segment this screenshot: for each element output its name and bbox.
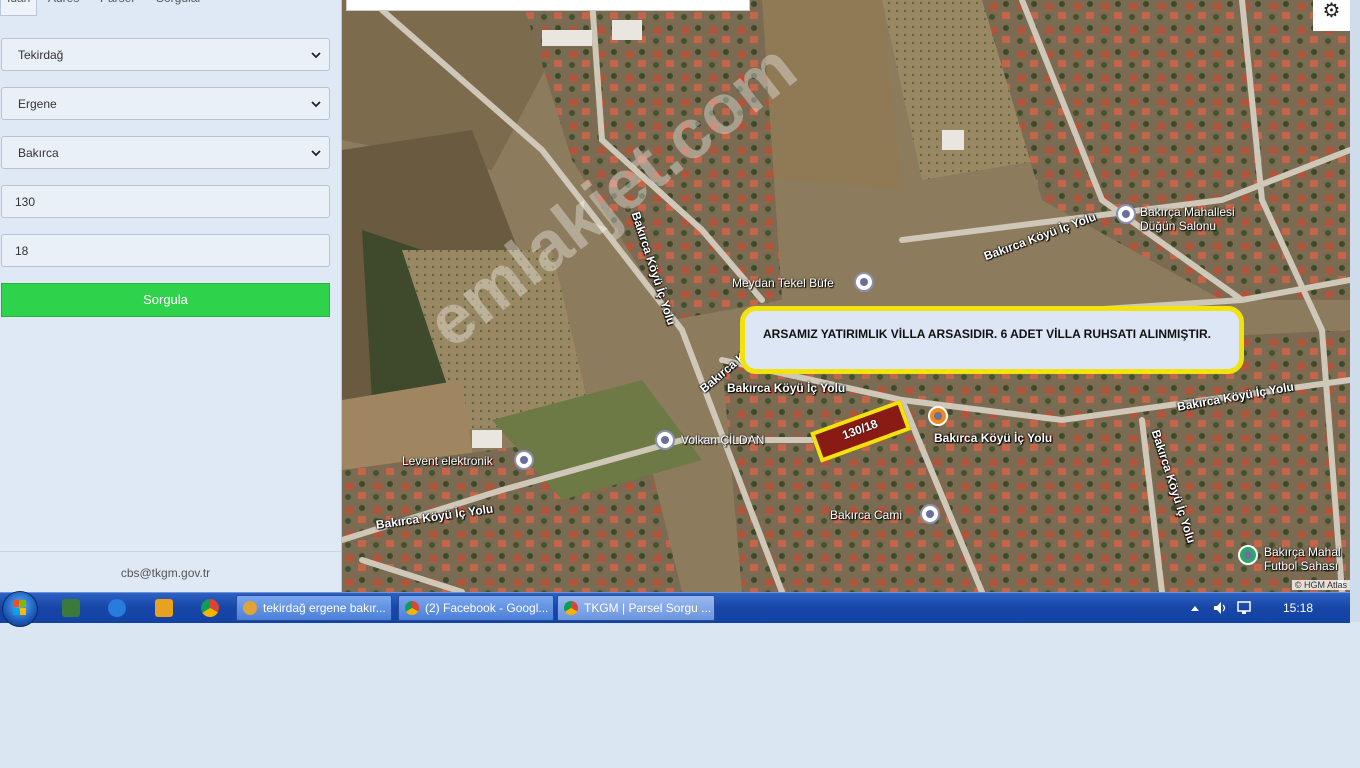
query-button[interactable]: Sorgula xyxy=(1,283,330,317)
poi-label-cami: Bakırca Cami xyxy=(830,508,903,522)
gear-icon: ⚙ xyxy=(1322,0,1341,22)
system-tray xyxy=(1186,593,1350,623)
mosque-icon[interactable] xyxy=(920,504,940,524)
chrome-icon[interactable] xyxy=(201,599,219,617)
parcel-no-value: 18 xyxy=(15,244,29,258)
food-icon[interactable] xyxy=(928,406,948,426)
volume-icon[interactable] xyxy=(1212,600,1228,616)
neighborhood-select[interactable]: Bakırca xyxy=(1,136,330,169)
parcel-no-input[interactable]: 18 xyxy=(1,234,330,267)
footer-email[interactable]: cbs@tkgm.gov.tr xyxy=(0,566,331,580)
chevron-down-icon xyxy=(311,150,321,157)
district-value: Ergene xyxy=(18,97,57,111)
internet-explorer-icon[interactable] xyxy=(108,599,126,617)
map-view[interactable]: emlakjet.com ⚙ Bakırca Köyü İç Yolu Bakı… xyxy=(342,0,1350,592)
panel-tabs: İdari Adres Parsel Sorgular xyxy=(0,0,341,16)
poi-label-futbol-2: Futbol Sahası xyxy=(1264,559,1339,573)
province-select[interactable]: Tekirdağ xyxy=(1,38,330,71)
chevron-up-icon[interactable] xyxy=(1190,604,1200,612)
poi-pin-icon[interactable] xyxy=(514,450,534,470)
taskbar-window-2[interactable]: (2) Facebook - Googl... xyxy=(398,595,554,621)
taskbar-window-1[interactable]: tekirdağ ergene bakır... xyxy=(236,595,392,621)
footer-divider xyxy=(0,551,341,552)
poi-pin-icon[interactable] xyxy=(655,430,675,450)
map-toolbar[interactable] xyxy=(346,0,750,11)
taskbar-window-3[interactable]: TKGM | Parsel Sorgu ... xyxy=(557,595,715,621)
settings-button[interactable]: ⚙ xyxy=(1313,0,1350,31)
chrome-icon xyxy=(405,601,419,615)
poi-label-volkan: Volkan ÇİLDAN xyxy=(681,433,765,447)
poi-pin-icon[interactable] xyxy=(1116,204,1136,224)
tab-parsel[interactable]: Parsel xyxy=(94,0,149,16)
media-player-icon[interactable] xyxy=(155,599,173,617)
road-label: Bakırca Köyü İç Yolu xyxy=(727,381,846,395)
query-panel: İdari Adres Parsel Sorgular Tekirdağ Erg… xyxy=(0,0,342,593)
chevron-down-icon xyxy=(311,101,321,108)
taskbar-window-label: tekirdağ ergene bakır... xyxy=(263,601,386,615)
block-no-value: 130 xyxy=(15,195,36,209)
district-select[interactable]: Ergene xyxy=(1,87,330,120)
road-label: Bakırca Köyü İç Yolu xyxy=(934,431,1053,445)
windows-taskbar: tekirdağ ergene bakır... (2) Facebook - … xyxy=(0,591,1350,627)
folder-icon xyxy=(243,601,257,615)
stadium-icon[interactable] xyxy=(1238,545,1258,565)
neighborhood-value: Bakırca xyxy=(18,146,59,160)
poi-label-dugun-1: Bakırça Mahallesi xyxy=(1140,205,1235,219)
network-icon[interactable] xyxy=(1236,600,1254,616)
poi-label-futbol-1: Bakırça Mahal xyxy=(1264,545,1341,559)
poi-label-levent: Levent elektronik xyxy=(402,454,493,468)
poi-label-meydan: Meydan Tekel Büfe xyxy=(732,276,834,290)
taskbar-clock[interactable]: 15:18 xyxy=(1283,601,1313,615)
tab-idari[interactable]: İdari xyxy=(0,0,37,16)
taskbar-window-label: TKGM | Parsel Sorgu ... xyxy=(584,601,712,615)
taskbar-window-label: (2) Facebook - Googl... xyxy=(425,601,549,615)
map-attribution: © HGM Atlas xyxy=(1291,580,1350,590)
province-value: Tekirdağ xyxy=(18,48,64,62)
annotation-callout: ARSAMIZ YATIRIMLIK VİLLA ARSASIDIR. 6 AD… xyxy=(740,306,1244,374)
start-button[interactable] xyxy=(2,591,38,627)
desktop-icon[interactable] xyxy=(62,599,80,617)
block-no-input[interactable]: 130 xyxy=(1,185,330,218)
windows-logo-icon xyxy=(13,600,27,616)
chrome-icon xyxy=(564,601,578,615)
chevron-down-icon xyxy=(311,52,321,59)
tab-adres[interactable]: Adres xyxy=(42,0,92,16)
window-edge xyxy=(1350,0,1360,622)
tab-sorgular[interactable]: Sorgular xyxy=(150,0,210,16)
poi-pin-icon[interactable] xyxy=(854,272,874,292)
poi-label-dugun-2: Düğün Salonu xyxy=(1140,219,1217,233)
